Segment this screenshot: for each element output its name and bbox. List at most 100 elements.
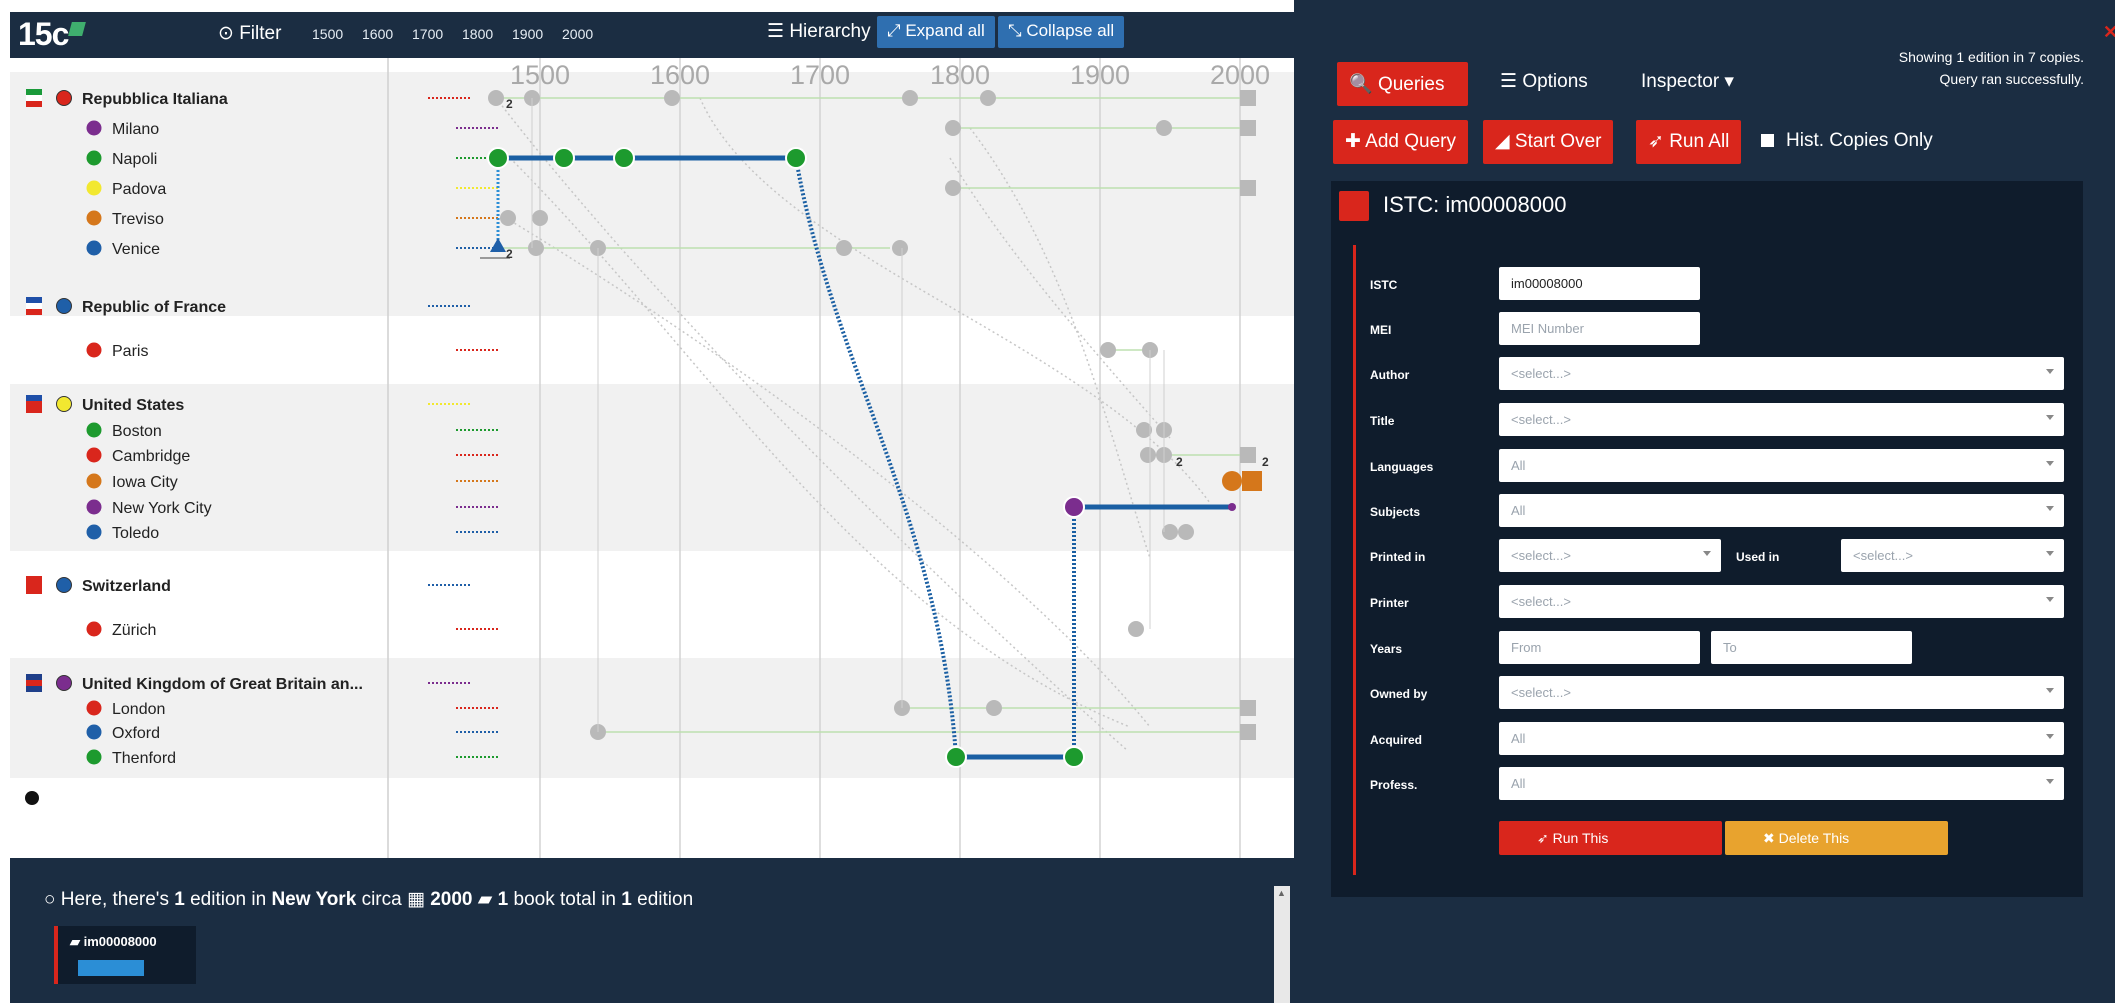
app-logo[interactable]: 15c xyxy=(18,16,87,53)
collapse-all-button[interactable]: ⤡ Collapse all xyxy=(998,16,1125,48)
edition-marker[interactable] xyxy=(902,90,918,106)
hist-copies-checkbox[interactable] xyxy=(1761,134,1774,147)
edition-marker[interactable] xyxy=(664,90,680,106)
sliders-icon: ☰ xyxy=(1500,71,1523,92)
edition-marker[interactable] xyxy=(836,240,852,256)
route-edition-marker[interactable] xyxy=(487,147,509,169)
edition-marker[interactable] xyxy=(528,240,544,256)
route-edition-marker[interactable] xyxy=(945,746,967,768)
city-label[interactable]: Padova xyxy=(112,181,166,198)
hierarchy-button[interactable]: ☰ Hierarchy xyxy=(767,20,871,43)
expand-all-button[interactable]: ⤢ Expand all xyxy=(877,16,995,48)
iowa-edition-marker[interactable] xyxy=(1222,471,1242,491)
edition-marker[interactable] xyxy=(500,210,516,226)
years-from-input[interactable]: From xyxy=(1499,631,1700,664)
latest-copy-marker[interactable] xyxy=(1240,700,1256,716)
row-band xyxy=(10,551,1294,658)
year-link-1900[interactable]: 1900 xyxy=(512,26,543,42)
scroll-up-icon[interactable]: ▲ xyxy=(1277,888,1286,898)
languages-select[interactable]: All xyxy=(1499,449,2064,482)
city-label[interactable]: London xyxy=(112,701,165,718)
used-in-select[interactable]: <select...> xyxy=(1841,539,2064,572)
latest-copy-marker[interactable] xyxy=(1240,724,1256,740)
city-label[interactable]: Cambridge xyxy=(112,448,190,465)
country-label[interactable]: United Kingdom of Great Britain an... xyxy=(82,676,363,693)
city-label[interactable]: Boston xyxy=(112,423,162,440)
latest-copy-marker[interactable] xyxy=(1240,120,1256,136)
printer-select[interactable]: <select...> xyxy=(1499,585,2064,618)
city-label[interactable]: Treviso xyxy=(112,211,164,228)
languages-label: Languages xyxy=(1370,460,1434,474)
year-link-1600[interactable]: 1600 xyxy=(362,26,393,42)
edition-marker[interactable] xyxy=(945,180,961,196)
query-color-swatch[interactable] xyxy=(1339,191,1369,221)
edition-marker[interactable] xyxy=(1128,621,1144,637)
year-link-1800[interactable]: 1800 xyxy=(462,26,493,42)
tab-queries[interactable]: 🔍 Queries xyxy=(1337,62,1468,106)
year-link-1700[interactable]: 1700 xyxy=(412,26,443,42)
acquired-select-value: All xyxy=(1511,731,1526,746)
country-label[interactable]: Repubblica Italiana xyxy=(82,91,228,108)
edition-marker[interactable] xyxy=(892,240,908,256)
city-label[interactable]: Napoli xyxy=(112,151,157,168)
country-label[interactable]: United States xyxy=(82,397,184,414)
route-edition-marker[interactable] xyxy=(553,147,575,169)
city-label[interactable]: Venice xyxy=(112,241,160,258)
tab-options[interactable]: ☰ Options xyxy=(1500,70,1588,93)
delete-this-button[interactable]: ✖ Delete This xyxy=(1725,821,1948,855)
route-edition-marker[interactable] xyxy=(613,147,635,169)
years-to-input[interactable]: To xyxy=(1711,631,1912,664)
edition-marker[interactable] xyxy=(1140,447,1156,463)
country-label[interactable]: Switzerland xyxy=(82,578,171,595)
subjects-select[interactable]: All xyxy=(1499,494,2064,527)
start-over-button[interactable]: ◢ Start Over xyxy=(1483,120,1614,164)
city-label[interactable]: Zürich xyxy=(112,622,156,639)
printed-in-select[interactable]: <select...> xyxy=(1499,539,1721,572)
mei-input[interactable]: MEI Number xyxy=(1499,312,1700,345)
city-label[interactable]: New York City xyxy=(112,500,212,517)
edition-marker[interactable] xyxy=(986,700,1002,716)
filter-button[interactable]: ⊙ Filter xyxy=(218,22,281,45)
tab-options-label: Options xyxy=(1522,71,1588,92)
route-edition-marker[interactable] xyxy=(785,147,807,169)
latest-copy-marker[interactable] xyxy=(1240,447,1256,463)
edition-marker[interactable] xyxy=(1156,120,1172,136)
city-label[interactable]: Iowa City xyxy=(112,474,178,491)
circle-icon: ○ xyxy=(44,889,56,910)
edition-marker[interactable] xyxy=(1178,524,1194,540)
info-scrollbar[interactable]: ▲ xyxy=(1274,886,1290,1003)
edition-marker[interactable] xyxy=(532,210,548,226)
route-edition-marker[interactable] xyxy=(1063,496,1085,518)
title-select[interactable]: <select...> xyxy=(1499,403,2064,436)
author-select[interactable]: <select...> xyxy=(1499,357,2064,390)
city-label[interactable]: Oxford xyxy=(112,725,160,742)
city-label[interactable]: Thenford xyxy=(112,750,176,767)
istc-input[interactable]: im00008000 xyxy=(1499,267,1700,300)
edition-marker[interactable] xyxy=(488,90,504,106)
iowa-copy-marker[interactable] xyxy=(1242,471,1262,491)
toggle-icon[interactable] xyxy=(25,791,39,805)
run-all-button[interactable]: ➶ Run All xyxy=(1636,120,1742,164)
edition-card-bar xyxy=(78,960,144,976)
edition-marker[interactable] xyxy=(945,120,961,136)
edition-marker[interactable] xyxy=(980,90,996,106)
latest-copy-marker[interactable] xyxy=(1240,90,1256,106)
edition-marker[interactable] xyxy=(1100,342,1116,358)
country-label[interactable]: Republic of France xyxy=(82,299,226,316)
city-label[interactable]: Paris xyxy=(112,343,148,360)
run-this-button[interactable]: ➶ Run This xyxy=(1499,821,1722,855)
city-label[interactable]: Milano xyxy=(112,121,159,138)
add-query-button[interactable]: ✚ Add Query xyxy=(1333,120,1468,164)
latest-copy-marker[interactable] xyxy=(1240,180,1256,196)
year-link-2000[interactable]: 2000 xyxy=(562,26,593,42)
acquired-select[interactable]: All xyxy=(1499,722,2064,755)
year-link-1500[interactable]: 1500 xyxy=(312,26,343,42)
route-edition-marker[interactable] xyxy=(1063,746,1085,768)
city-label[interactable]: Toledo xyxy=(112,525,159,542)
calendar-icon: ▦ xyxy=(406,889,425,910)
close-icon[interactable]: ✕ xyxy=(2103,22,2115,43)
profess-select[interactable]: All xyxy=(1499,767,2064,800)
owned-by-select[interactable]: <select...> xyxy=(1499,676,2064,709)
tab-inspector[interactable]: Inspector ▾ xyxy=(1641,70,1734,93)
edition-card[interactable]: ▰ im00008000 xyxy=(54,926,196,984)
